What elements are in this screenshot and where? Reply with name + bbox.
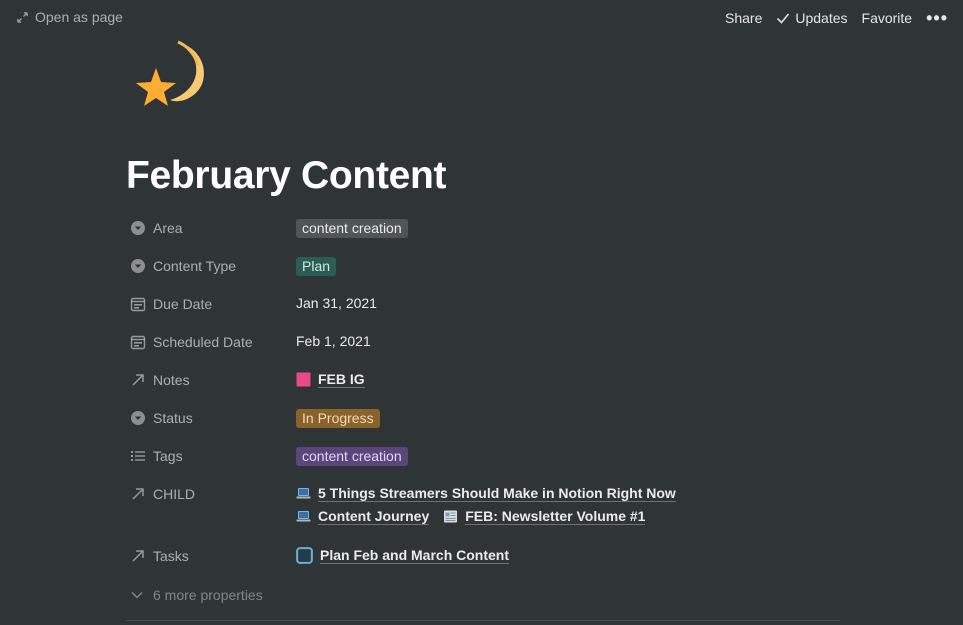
checkmark-icon: [777, 13, 790, 24]
property-name-status: Status: [130, 410, 193, 426]
calendar-icon: [130, 335, 146, 350]
property-name-due-date: Due Date: [130, 296, 212, 312]
shooting-star-icon[interactable]: [128, 38, 208, 116]
scheduled-date-value[interactable]: Feb 1, 2021: [296, 333, 371, 349]
property-label: Area: [153, 220, 183, 236]
top-bar: Open as page Share Updates Favorite •••: [0, 0, 963, 36]
property-name-content-type: Content Type: [130, 258, 236, 274]
property-child[interactable]: CHILD 5 Things Streamers Should Make in …: [126, 476, 846, 536]
property-name-tasks: Tasks: [130, 548, 189, 564]
favorite-button[interactable]: Favorite: [855, 8, 920, 28]
property-name-notes: Notes: [130, 372, 190, 388]
relation-arrow-icon: [132, 550, 144, 562]
child-link-label: FEB: Newsletter Volume #1: [465, 508, 646, 525]
select-icon: [131, 221, 145, 235]
open-as-page-button[interactable]: Open as page: [16, 9, 123, 25]
calendar-icon: [130, 297, 146, 312]
child-link-label: Content Journey: [318, 508, 430, 525]
property-tasks[interactable]: Tasks Plan Feb and March Content: [126, 538, 846, 574]
property-name-child: CHILD: [130, 486, 195, 502]
property-name-area: Area: [130, 220, 183, 236]
more-options-button[interactable]: •••: [919, 9, 955, 27]
more-properties-toggle[interactable]: 6 more properties: [130, 587, 263, 603]
property-notes[interactable]: Notes FEB IG: [126, 362, 846, 398]
property-status[interactable]: Status In Progress: [126, 400, 846, 436]
share-button[interactable]: Share: [718, 8, 769, 28]
child-link-2[interactable]: Content Journey: [296, 508, 430, 525]
more-properties-label: 6 more properties: [153, 587, 263, 603]
updates-label: Updates: [795, 10, 848, 26]
property-name-scheduled-date: Scheduled Date: [130, 334, 253, 350]
expand-arrows-icon: [17, 11, 28, 23]
property-label: Content Type: [153, 258, 237, 274]
property-name-tags: Tags: [130, 448, 183, 464]
child-link-1[interactable]: 5 Things Streamers Should Make in Notion…: [296, 485, 676, 502]
tasks-link-label: Plan Feb and March Content: [320, 547, 510, 564]
property-scheduled-date[interactable]: Scheduled Date Feb 1, 2021: [126, 324, 846, 360]
checkbox-icon: [296, 547, 313, 564]
updates-button[interactable]: Updates: [769, 8, 854, 28]
tasks-link[interactable]: Plan Feb and March Content: [296, 547, 510, 564]
content-type-tag[interactable]: Plan: [296, 257, 337, 276]
select-icon: [131, 411, 145, 425]
status-tag[interactable]: In Progress: [296, 409, 380, 428]
property-tags[interactable]: Tags content creation: [126, 438, 846, 474]
property-label: CHILD: [153, 486, 196, 502]
share-label: Share: [725, 10, 763, 26]
list-icon: [131, 451, 145, 461]
notes-link[interactable]: FEB IG: [296, 371, 365, 388]
newspaper-icon: [444, 510, 458, 523]
property-due-date[interactable]: Due Date Jan 31, 2021: [126, 286, 846, 322]
property-label: Scheduled Date: [153, 334, 253, 350]
laptop-icon: [296, 488, 311, 499]
property-label: Tasks: [153, 548, 189, 564]
notes-link-label: FEB IG: [318, 371, 365, 388]
child-link-3[interactable]: FEB: Newsletter Volume #1: [443, 508, 646, 525]
child-link-label: 5 Things Streamers Should Make in Notion…: [318, 485, 676, 502]
divider: [126, 620, 840, 621]
property-area[interactable]: Area content creation: [126, 210, 846, 246]
property-label: Due Date: [153, 296, 213, 312]
property-label: Notes: [153, 372, 190, 388]
pink-square-icon: [296, 372, 311, 387]
area-tag[interactable]: content creation: [296, 219, 408, 238]
property-content-type[interactable]: Content Type Plan: [126, 248, 846, 284]
page-title[interactable]: February Content: [126, 154, 447, 198]
select-icon: [131, 259, 145, 273]
open-as-page-label: Open as page: [35, 9, 123, 25]
relation-arrow-icon: [132, 374, 144, 386]
property-label: Tags: [153, 448, 183, 464]
property-label: Status: [153, 410, 193, 426]
favorite-label: Favorite: [861, 10, 913, 26]
laptop-icon: [296, 511, 311, 522]
due-date-value[interactable]: Jan 31, 2021: [296, 295, 377, 311]
chevron-down-icon: [131, 591, 143, 599]
tags-tag[interactable]: content creation: [296, 447, 408, 466]
relation-arrow-icon: [132, 488, 144, 500]
